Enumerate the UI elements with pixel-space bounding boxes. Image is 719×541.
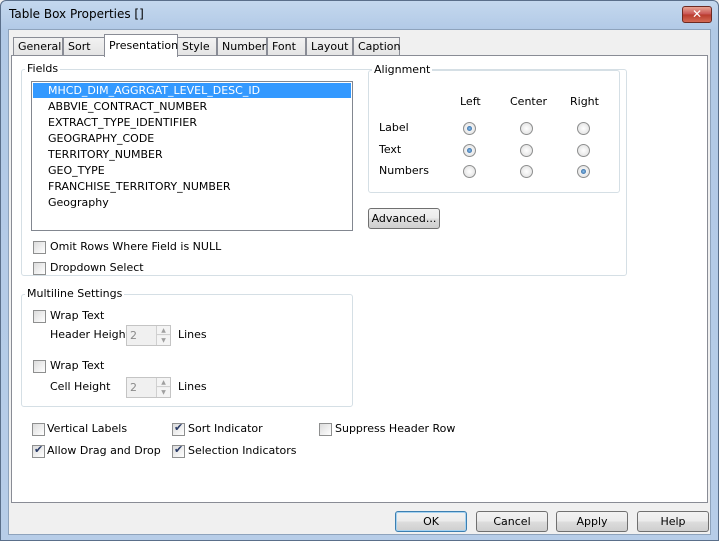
vertical-labels-checkbox[interactable]: [32, 423, 45, 436]
header-height-label: Header Height: [50, 328, 130, 341]
list-item[interactable]: EXTRACT_TYPE_IDENTIFIER: [33, 115, 351, 130]
spin-up-icon[interactable]: ▲: [157, 326, 170, 335]
tab-number[interactable]: Number: [217, 37, 267, 56]
text-right-radio[interactable]: [577, 144, 590, 157]
multiline-group: Multiline Settings Wrap Text Header Heig…: [21, 287, 353, 407]
cell-lines-label: Lines: [178, 380, 207, 393]
ok-button[interactable]: OK: [395, 511, 467, 532]
alignment-group-label: Alignment: [372, 63, 433, 76]
numbers-center-radio[interactable]: [520, 165, 533, 178]
fields-listbox[interactable]: MHCD_DIM_AGGRGAT_LEVEL_DESC_ID ABBVIE_CO…: [31, 81, 353, 231]
tab-sort[interactable]: Sort: [63, 37, 106, 56]
allow-drag-drop-checkbox[interactable]: [32, 443, 45, 458]
dropdown-select-checkbox[interactable]: [33, 262, 46, 275]
advanced-button[interactable]: Advanced...: [368, 208, 440, 229]
alignment-col-right: Right: [570, 95, 599, 108]
dialog-window: Table Box Properties [] ✕ General Sort P…: [0, 0, 719, 541]
list-item[interactable]: ABBVIE_CONTRACT_NUMBER: [33, 99, 351, 114]
numbers-left-radio[interactable]: [463, 165, 476, 178]
omit-rows-checkbox[interactable]: [33, 241, 46, 254]
title-bar[interactable]: Table Box Properties [] ✕: [1, 1, 718, 29]
spin-down-icon[interactable]: ▼: [157, 388, 170, 397]
spin-down-icon[interactable]: ▼: [157, 336, 170, 345]
alignment-row-text: Text: [379, 143, 402, 156]
alignment-row-label: Label: [379, 121, 409, 134]
tab-layout[interactable]: Layout: [306, 37, 353, 56]
alignment-row-numbers: Numbers: [379, 164, 429, 177]
dialog-client: General Sort Presentation Style Number F…: [8, 29, 711, 535]
apply-button[interactable]: Apply: [556, 511, 628, 532]
list-item[interactable]: GEOGRAPHY_CODE: [33, 131, 351, 146]
tab-font[interactable]: Font: [267, 37, 306, 56]
wrap-cell-checkbox[interactable]: [33, 360, 46, 373]
tab-style[interactable]: Style: [177, 37, 217, 56]
help-button[interactable]: Help: [637, 511, 709, 532]
label-right-radio[interactable]: [577, 122, 590, 135]
close-icon: ✕: [691, 7, 703, 21]
sort-indicator-label: Sort Indicator: [188, 422, 263, 435]
fields-group-label: Fields: [25, 62, 61, 75]
dropdown-select-label: Dropdown Select: [50, 261, 144, 274]
text-center-radio[interactable]: [520, 144, 533, 157]
fields-group: Fields MHCD_DIM_AGGRGAT_LEVEL_DESC_ID AB…: [21, 62, 627, 276]
list-item[interactable]: Geography: [33, 195, 351, 210]
header-lines-label: Lines: [178, 328, 207, 341]
window-title: Table Box Properties []: [9, 7, 144, 21]
label-left-radio[interactable]: [463, 122, 476, 135]
alignment-col-left: Left: [460, 95, 481, 108]
tab-presentation[interactable]: Presentation: [104, 34, 178, 57]
wrap-cell-label: Wrap Text: [50, 359, 105, 372]
allow-drag-drop-label: Allow Drag and Drop: [47, 444, 161, 457]
numbers-right-radio[interactable]: [577, 165, 590, 178]
multiline-group-label: Multiline Settings: [25, 287, 125, 300]
cancel-button[interactable]: Cancel: [476, 511, 548, 532]
header-height-spinner[interactable]: 2 ▲ ▼: [126, 325, 171, 346]
list-item[interactable]: MHCD_DIM_AGGRGAT_LEVEL_DESC_ID: [33, 83, 351, 98]
cell-height-spinner[interactable]: 2 ▲ ▼: [126, 377, 171, 398]
list-item[interactable]: TERRITORY_NUMBER: [33, 147, 351, 162]
list-item[interactable]: FRANCHISE_TERRITORY_NUMBER: [33, 179, 351, 194]
suppress-header-row-checkbox[interactable]: [319, 423, 332, 436]
alignment-group: Alignment Left Center Right Label Text N…: [368, 63, 620, 193]
vertical-labels-label: Vertical Labels: [47, 422, 128, 435]
tab-general[interactable]: General: [13, 37, 63, 56]
header-height-value: 2: [130, 329, 137, 342]
spin-up-icon[interactable]: ▲: [157, 378, 170, 387]
cell-height-value: 2: [130, 381, 137, 394]
list-item[interactable]: GEO_TYPE: [33, 163, 351, 178]
presentation-panel: Fields MHCD_DIM_AGGRGAT_LEVEL_DESC_ID AB…: [11, 55, 708, 503]
omit-rows-label: Omit Rows Where Field is NULL: [50, 240, 222, 253]
suppress-header-row-label: Suppress Header Row: [335, 422, 456, 435]
tab-caption[interactable]: Caption: [353, 37, 400, 56]
text-left-radio[interactable]: [463, 144, 476, 157]
close-button[interactable]: ✕: [682, 6, 712, 23]
sort-indicator-checkbox[interactable]: [172, 421, 185, 436]
cell-height-label: Cell Height: [50, 380, 111, 393]
spinner-buttons: ▲ ▼: [156, 326, 170, 345]
selection-indicators-label: Selection Indicators: [188, 444, 297, 457]
spinner-buttons: ▲ ▼: [156, 378, 170, 397]
wrap-header-checkbox[interactable]: [33, 310, 46, 323]
label-center-radio[interactable]: [520, 122, 533, 135]
selection-indicators-checkbox[interactable]: [172, 443, 185, 458]
wrap-header-label: Wrap Text: [50, 309, 105, 322]
alignment-col-center: Center: [510, 95, 548, 108]
